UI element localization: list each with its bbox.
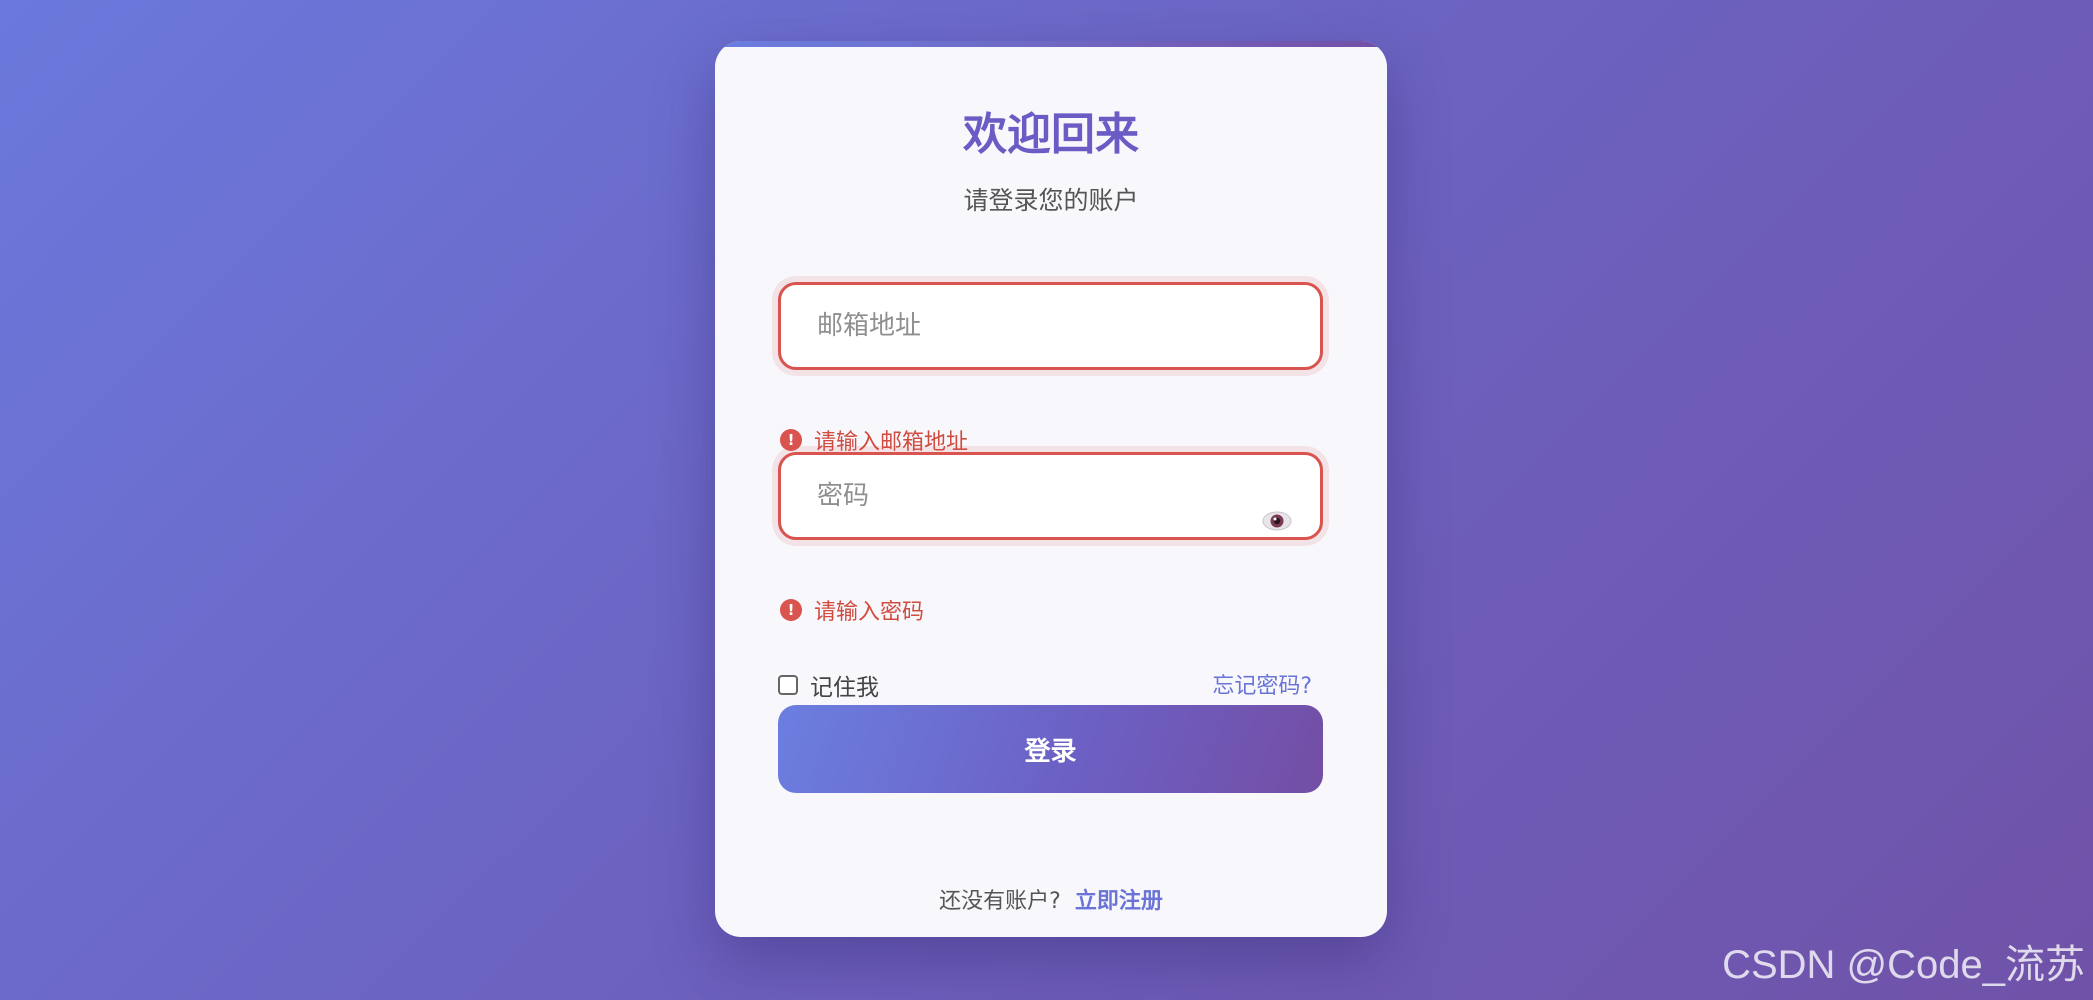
- alert-circle-icon: !: [780, 599, 802, 621]
- eye-icon[interactable]: [1262, 511, 1292, 531]
- signup-link[interactable]: 立即注册: [1075, 889, 1163, 914]
- login-card: 欢迎回来 请登录您的账户 ! 请输入邮箱地址 ! 请输入密码 记住我 忘记密码?…: [715, 41, 1387, 937]
- forgot-password-link[interactable]: 忘记密码?: [1212, 668, 1312, 700]
- remember-me-label: 记住我: [810, 675, 879, 701]
- password-error-text: 请输入密码: [814, 600, 925, 625]
- password-field-wrapper: [778, 452, 1323, 540]
- signup-row: 还没有账户? 立即注册: [715, 883, 1387, 915]
- signup-prompt: 还没有账户?: [939, 889, 1061, 914]
- email-field-wrapper: [778, 282, 1323, 370]
- email-input[interactable]: [781, 285, 1320, 367]
- checkbox-icon[interactable]: [778, 675, 798, 695]
- password-input[interactable]: [781, 455, 1320, 537]
- card-accent-bar: [715, 41, 1387, 47]
- alert-circle-icon: !: [780, 429, 802, 451]
- password-error: ! 请输入密码: [780, 595, 924, 625]
- remember-me-checkbox[interactable]: 记住我: [778, 668, 879, 702]
- email-error: ! 请输入邮箱地址: [780, 425, 968, 455]
- page-subtitle: 请登录您的账户: [963, 186, 1139, 215]
- page-title: 欢迎回来: [963, 109, 1139, 160]
- watermark: CSDN @Code_流苏: [1722, 943, 2085, 987]
- login-button[interactable]: 登录: [778, 705, 1323, 793]
